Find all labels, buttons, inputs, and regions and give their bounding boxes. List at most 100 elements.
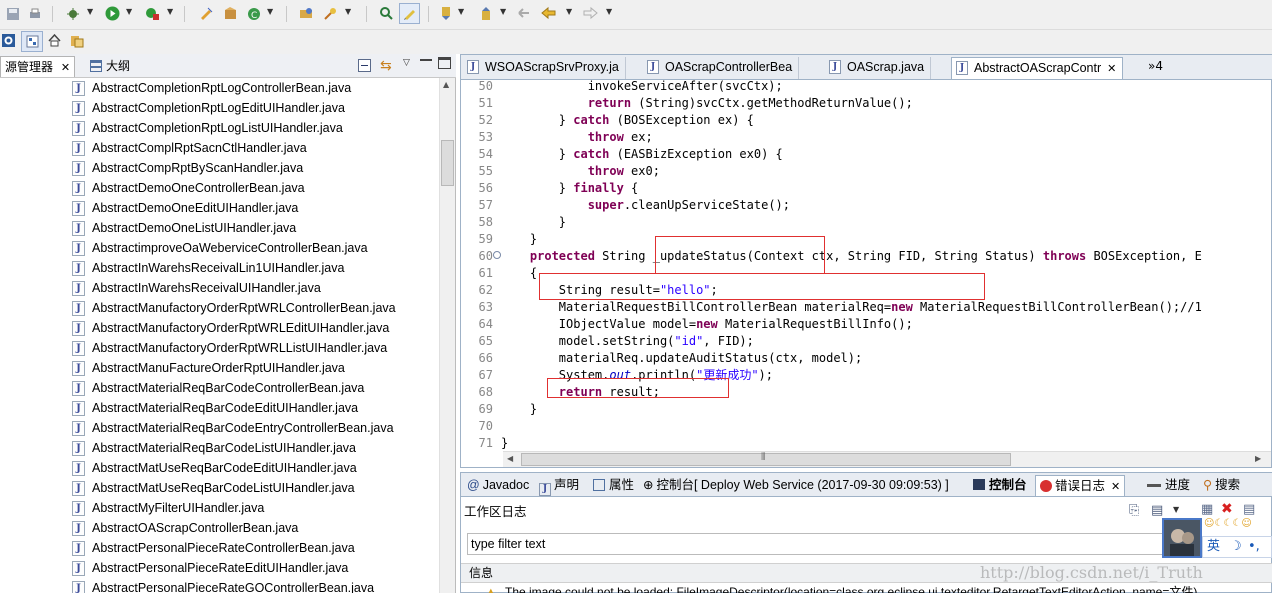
file-tree-item[interactable]: J AbstractPersonalPieceRateGOControllerBe…: [0, 578, 438, 593]
mark-occurrences-icon[interactable]: [399, 3, 420, 24]
debug-icon[interactable]: [64, 5, 81, 22]
forward-dropdown-icon[interactable]: ▼: [606, 7, 612, 16]
previous-annotation-icon[interactable]: [478, 5, 495, 22]
file-tree-item[interactable]: J AbstractCompRptByScanHandler.java: [0, 158, 438, 178]
scroll-left-icon[interactable]: ◀: [507, 454, 513, 463]
file-tree-item[interactable]: J AbstractOAScrapControllerBean.java: [0, 518, 438, 538]
log-entry-message[interactable]: The image could not be loaded: FileImage…: [505, 583, 1197, 593]
java-perspective-icon[interactable]: [21, 31, 43, 52]
back-dropdown-icon[interactable]: ▼: [566, 7, 572, 16]
link-with-editor-icon[interactable]: ⇆: [380, 58, 392, 74]
view-menu-dropdown-icon[interactable]: ▼: [1173, 505, 1179, 514]
file-tree-item[interactable]: J AbstractMaterialReqBarCodeEditUIHandler…: [0, 398, 438, 418]
new-class-dropdown-icon[interactable]: ▼: [267, 7, 273, 16]
file-tree-item[interactable]: J AbstractMaterialReqBarCodeEntryControll…: [0, 418, 438, 438]
tab-console-deploy[interactable]: ⊕ 控制台[ Deploy Web Service (2017-09-30 09:…: [643, 475, 949, 496]
previous-annotation-dropdown-icon[interactable]: ▼: [500, 7, 506, 16]
ime-emoji-bar[interactable]: ☺☾☾☾☺: [1204, 518, 1272, 532]
file-tree-item[interactable]: J AbstractMaterialReqBarCodeControllerBea…: [0, 378, 438, 398]
code-area[interactable]: 50 invokeServiceAfter(svcCtx); 51 return …: [461, 80, 1272, 450]
filter-input[interactable]: type filter text: [467, 533, 1167, 555]
new-package-icon[interactable]: [222, 5, 239, 22]
editor-horizontal-scrollbar[interactable]: ◀ ⦀ ▶: [503, 451, 1271, 467]
tab-search[interactable]: ⚲ 搜索: [1203, 475, 1240, 496]
file-tree-item[interactable]: J AbstractInWarehsReceivalLin1UIHandler.j…: [0, 258, 438, 278]
new-java-project-icon[interactable]: [198, 5, 215, 22]
file-tree-item[interactable]: J AbstractDemoOneEditUIHandler.java: [0, 198, 438, 218]
file-tree-item[interactable]: J AbstractimproveOaWeberviceControllerBea…: [0, 238, 438, 258]
run-dropdown-icon[interactable]: ▼: [126, 7, 132, 16]
maximize-icon[interactable]: [438, 57, 451, 69]
half-width-icon[interactable]: ☽: [1230, 539, 1242, 554]
file-tree-item[interactable]: J AbstractComplRptSacnCtlHandler.java: [0, 138, 438, 158]
file-tree-item[interactable]: J AbstractDemoOneListUIHandler.java: [0, 218, 438, 238]
forward-icon[interactable]: [582, 5, 599, 22]
tab-error-log[interactable]: 错误日志 ✕: [1035, 475, 1126, 496]
package-folder-icon[interactable]: [68, 32, 85, 49]
scroll-thumb[interactable]: [441, 140, 454, 186]
new-class-icon[interactable]: C: [246, 5, 263, 22]
file-tree-item[interactable]: J AbstractDemoOneControllerBean.java: [0, 178, 438, 198]
view-menu-icon[interactable]: ▽: [403, 58, 410, 68]
file-tree-item[interactable]: J AbstractMyFilterUIHandler.java: [0, 498, 438, 518]
file-tree-item[interactable]: J AbstractCompletionRptLogListUIHandler.j…: [0, 118, 438, 138]
search-dropdown-icon[interactable]: ▼: [345, 7, 351, 16]
last-edit-location-icon[interactable]: [516, 5, 533, 22]
tab-outline[interactable]: 大纲: [84, 56, 136, 77]
file-tree-scrollbar[interactable]: ▲: [439, 78, 455, 593]
clear-log-icon[interactable]: ▦: [1201, 502, 1213, 517]
delete-log-icon[interactable]: ✖: [1221, 501, 1233, 517]
file-tree-item[interactable]: J AbstractManufactoryOrderRptWRLListUIHan…: [0, 338, 438, 358]
tab-properties[interactable]: 属性: [593, 475, 634, 496]
punctuation-icon[interactable]: •,: [1248, 539, 1260, 554]
collapse-all-icon[interactable]: [358, 59, 371, 72]
close-icon[interactable]: ✕: [1107, 63, 1116, 75]
file-tree-item[interactable]: J AbstractManuFactureOrderRptUIHandler.ja…: [0, 358, 438, 378]
editor-tab-4[interactable]: J AbstractOAScrapContr ✕: [951, 57, 1124, 79]
back-icon[interactable]: [540, 5, 557, 22]
close-icon[interactable]: ✕: [1111, 481, 1120, 493]
file-tree-item[interactable]: J AbstractPersonalPieceRateEditUIHandler.…: [0, 558, 438, 578]
next-annotation-icon[interactable]: [438, 5, 455, 22]
export-log-icon[interactable]: ⎘: [1129, 503, 1139, 518]
file-tree-item[interactable]: J AbstractManufactoryOrderRptWRLControlle…: [0, 298, 438, 318]
file-tree-item[interactable]: J AbstractCompletionRptLogEditUIHandler.j…: [0, 98, 438, 118]
file-tree-item[interactable]: J AbstractInWarehsReceivalUIHandler.java: [0, 278, 438, 298]
ime-mode[interactable]: 英: [1207, 539, 1220, 554]
fold-toggle-icon[interactable]: [493, 251, 501, 259]
tab-console[interactable]: 控制台: [973, 475, 1027, 496]
tab-progress[interactable]: 进度: [1147, 475, 1190, 496]
file-tree-item[interactable]: J AbstractMatUseReqBarCodeListUIHandler.j…: [0, 478, 438, 498]
scroll-thumb[interactable]: [521, 453, 1011, 466]
ime-toolbar[interactable]: 英 ☽ •,: [1202, 536, 1272, 558]
run-icon[interactable]: [104, 5, 121, 22]
file-tree-item[interactable]: J AbstractCompletionRptLogControllerBean.…: [0, 78, 438, 98]
tab-package-explorer[interactable]: 源管理器 ✕: [0, 56, 76, 77]
file-tree-item[interactable]: J AbstractManufactoryOrderRptWRLEditUIHan…: [0, 318, 438, 338]
editor-tab-3[interactable]: J OAScrap.java: [825, 57, 932, 79]
external-tools-dropdown-icon[interactable]: ▼: [167, 7, 173, 16]
tab-declaration[interactable]: J 声明: [539, 475, 579, 496]
file-tree-item[interactable]: J AbstractMatUseReqBarCodeEditUIHandler.j…: [0, 458, 438, 478]
workbench-icon[interactable]: [0, 32, 17, 49]
file-tree-item[interactable]: J AbstractMaterialReqBarCodeListUIHandler…: [0, 438, 438, 458]
tab-overflow-indicator[interactable]: »4: [1148, 59, 1163, 73]
minimize-icon[interactable]: [420, 57, 432, 61]
home-icon[interactable]: [46, 32, 63, 49]
tab-javadoc[interactable]: @ Javadoc: [467, 475, 529, 496]
debug-dropdown-icon[interactable]: ▼: [87, 7, 93, 16]
import-log-icon[interactable]: ▤: [1151, 503, 1163, 518]
file-tree-item[interactable]: J AbstractPersonalPieceRateControllerBean…: [0, 538, 438, 558]
external-tools-icon[interactable]: [144, 5, 161, 22]
print-icon[interactable]: [26, 5, 43, 22]
editor-tab-2[interactable]: J OAScrapControllerBea: [643, 57, 800, 79]
editor-tab-1[interactable]: J WSOAScrapSrvProxy.ja: [463, 57, 626, 79]
scroll-up-icon[interactable]: ▲: [443, 80, 449, 89]
next-annotation-dropdown-icon[interactable]: ▼: [458, 7, 464, 16]
open-log-icon[interactable]: ▤: [1243, 502, 1255, 517]
toggle-breadcrumb-icon[interactable]: [378, 5, 395, 22]
save-icon[interactable]: [4, 5, 21, 22]
close-icon[interactable]: ✕: [61, 61, 70, 74]
search-toolbar-icon[interactable]: [322, 5, 339, 22]
scroll-right-icon[interactable]: ▶: [1255, 454, 1261, 463]
